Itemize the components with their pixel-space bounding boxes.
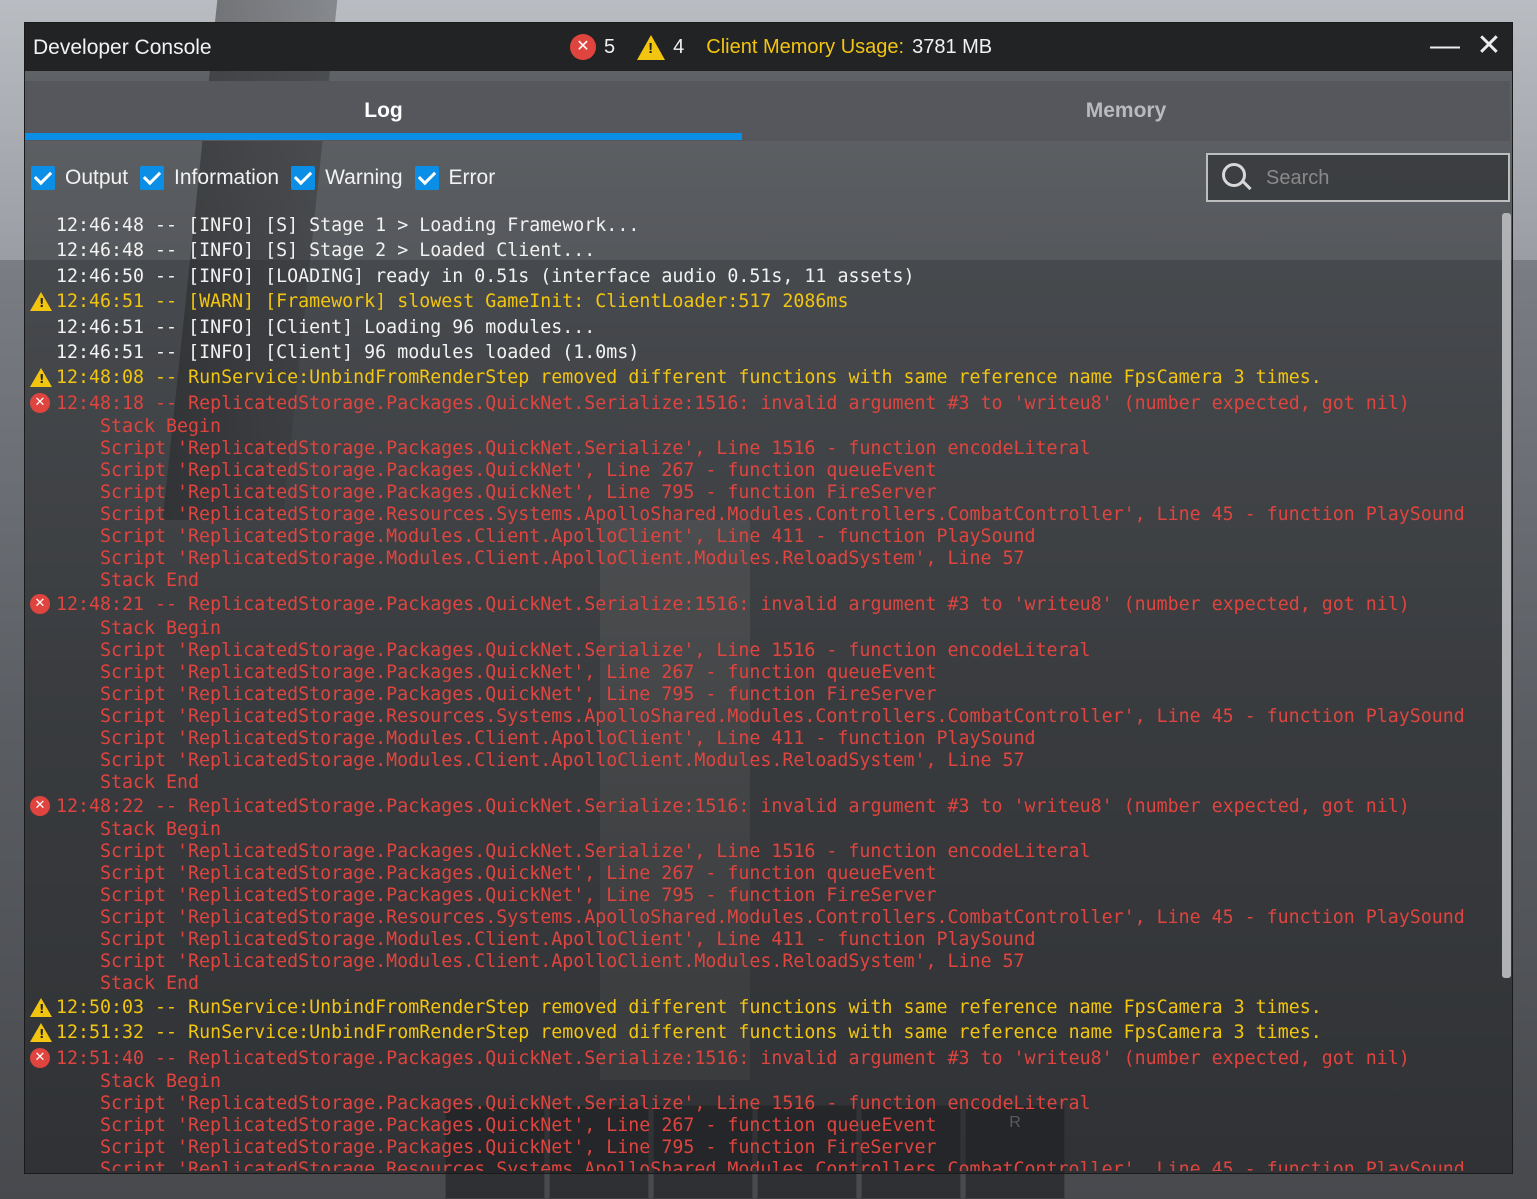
log-entry: ! 12:50:03 -- RunService:UnbindFromRender…: [25, 995, 1495, 1020]
log-entry: ✕ 12:48:22 -- ReplicatedStorage.Packages.…: [25, 794, 1495, 995]
information-checkbox[interactable]: [140, 166, 165, 190]
console-stats: ✕ 5 ! 4 Client Memory Usage: 3781 MB: [570, 33, 992, 61]
stack-trace-line: Script 'ReplicatedStorage.Modules.Client…: [100, 749, 1025, 771]
filter-output[interactable]: Output: [31, 166, 128, 190]
stack-trace-line: Stack End: [100, 570, 200, 592]
stack-trace-line: Script 'ReplicatedStorage.Modules.Client…: [100, 928, 1036, 950]
log-message: 12:50:03 -- RunService:UnbindFromRenderS…: [56, 996, 1322, 1018]
error-icon: ✕: [30, 392, 50, 413]
search-box[interactable]: [1206, 153, 1510, 202]
log-scrollbar[interactable]: [1502, 213, 1511, 978]
memory-usage-value: 3781 MB: [912, 35, 993, 58]
memory-usage-label: Client Memory Usage:: [706, 35, 905, 58]
log-message: 12:46:51 -- [WARN] [Framework] slowest G…: [56, 291, 849, 313]
stack-trace-line: Stack Begin: [100, 617, 222, 639]
stack-trace-line: Script 'ReplicatedStorage.Packages.Quick…: [100, 661, 937, 683]
warning-count-icon: !: [637, 34, 666, 60]
console-tabs: Log Memory: [25, 81, 1510, 141]
log-entry: ✕ 12:48:21 -- ReplicatedStorage.Packages.…: [25, 592, 1495, 793]
search-icon: [1222, 163, 1246, 187]
log-entry: ✕ 12:51:40 -- ReplicatedStorage.Packages.…: [25, 1046, 1495, 1171]
stack-trace-line: Script 'ReplicatedStorage.Modules.Client…: [100, 548, 1025, 570]
stack-trace-line: Script 'ReplicatedStorage.Resources.Syst…: [100, 1159, 1465, 1171]
stack-trace-line: Script 'ReplicatedStorage.Packages.Quick…: [100, 1093, 1091, 1115]
log-message: 12:46:51 -- [INFO] [Client] 96 modules l…: [56, 341, 640, 363]
log-message: 12:46:48 -- [INFO] [S] Stage 2 > Loaded …: [56, 240, 596, 262]
log-entry: 12:46:48 -- [INFO] [S] Stage 1 > Loading…: [25, 213, 1495, 238]
stack-trace-line: Script 'ReplicatedStorage.Packages.Quick…: [100, 1137, 937, 1159]
log-entry: ! 12:48:08 -- RunService:UnbindFromRender…: [25, 365, 1495, 390]
filter-error-label: Error: [448, 166, 496, 189]
stack-trace-line: Stack End: [100, 972, 200, 994]
log-entry: 12:46:51 -- [INFO] [Client] Loading 96 m…: [25, 315, 1495, 340]
log-message: 12:51:40 -- ReplicatedStorage.Packages.Q…: [56, 1047, 1410, 1069]
stack-trace-line: Script 'ReplicatedStorage.Packages.Quick…: [100, 840, 1091, 862]
log-entry: ✕ 12:48:18 -- ReplicatedStorage.Packages.…: [25, 391, 1495, 592]
stack-trace-line: Stack Begin: [100, 1071, 222, 1093]
log-message: 12:48:22 -- ReplicatedStorage.Packages.Q…: [56, 795, 1410, 817]
warning-count: 4: [673, 35, 685, 58]
stack-trace-line: Script 'ReplicatedStorage.Packages.Quick…: [100, 884, 937, 906]
warning-checkbox[interactable]: [291, 166, 316, 190]
log-message: 12:48:18 -- ReplicatedStorage.Packages.Q…: [56, 392, 1410, 414]
stack-trace-line: Script 'ReplicatedStorage.Resources.Syst…: [100, 504, 1465, 526]
filter-information-label: Information: [174, 166, 280, 189]
log-message: 12:46:48 -- [INFO] [S] Stage 1 > Loading…: [56, 215, 640, 236]
warning-icon: !: [30, 1023, 52, 1043]
filter-output-label: Output: [65, 166, 129, 189]
stack-trace-line: Script 'ReplicatedStorage.Modules.Client…: [100, 727, 1036, 749]
stack-trace-line: Script 'ReplicatedStorage.Packages.Quick…: [100, 683, 937, 705]
error-icon: ✕: [30, 1047, 50, 1068]
log-entry: 12:46:51 -- [INFO] [Client] 96 modules l…: [25, 340, 1495, 365]
log-entry: ! 12:46:51 -- [WARN] [Framework] slowest …: [25, 289, 1495, 314]
stack-trace-line: Script 'ReplicatedStorage.Packages.Quick…: [100, 639, 1091, 661]
error-icon: ✕: [30, 795, 50, 816]
console-titlebar[interactable]: Developer Console ✕ 5 ! 4 Client Memory …: [25, 23, 1512, 71]
log-output[interactable]: 12:46:48 -- [INFO] [S] Stage 1 > Loading…: [25, 213, 1495, 1171]
error-count-icon: ✕: [570, 34, 596, 60]
stack-trace-line: Script 'ReplicatedStorage.Packages.Quick…: [100, 482, 937, 504]
stack-trace-line: Script 'ReplicatedStorage.Packages.Quick…: [100, 460, 937, 482]
active-tab-indicator: [25, 133, 742, 140]
warning-icon: !: [30, 997, 52, 1017]
tab-memory[interactable]: Memory: [742, 81, 1510, 141]
stack-trace-line: Stack Begin: [100, 416, 222, 438]
filter-error[interactable]: Error: [414, 166, 496, 190]
log-entry: 12:46:48 -- [INFO] [S] Stage 2 > Loaded …: [25, 238, 1495, 263]
log-message: 12:46:51 -- [INFO] [Client] Loading 96 m…: [56, 316, 596, 338]
stack-trace-line: Script 'ReplicatedStorage.Packages.Quick…: [100, 862, 937, 884]
warning-icon: !: [30, 368, 52, 388]
log-message: 12:48:08 -- RunService:UnbindFromRenderS…: [56, 367, 1322, 389]
console-title: Developer Console: [33, 36, 212, 59]
filter-warning-label: Warning: [325, 166, 403, 189]
output-checkbox[interactable]: [31, 166, 55, 190]
filter-warning[interactable]: Warning: [291, 166, 403, 190]
error-count: 5: [604, 35, 616, 58]
tab-log[interactable]: Log: [25, 81, 742, 141]
log-entry: ! 12:51:32 -- RunService:UnbindFromRender…: [25, 1020, 1495, 1045]
error-checkbox[interactable]: [414, 166, 439, 190]
stack-trace-line: Script 'ReplicatedStorage.Packages.Quick…: [100, 438, 1091, 460]
developer-console: Developer Console ✕ 5 ! 4 Client Memory …: [24, 22, 1513, 1174]
stack-trace-line: Script 'ReplicatedStorage.Resources.Syst…: [100, 705, 1465, 727]
stack-trace-line: Script 'ReplicatedStorage.Packages.Quick…: [100, 1115, 937, 1137]
log-entry: 12:46:50 -- [INFO] [LOADING] ready in 0.…: [25, 264, 1495, 289]
log-message: 12:48:21 -- ReplicatedStorage.Packages.Q…: [56, 594, 1410, 616]
stack-trace-line: Script 'ReplicatedStorage.Resources.Syst…: [100, 906, 1465, 928]
filter-information[interactable]: Information: [140, 166, 279, 190]
log-filters: Output Information Warning Error: [31, 163, 497, 193]
log-message: 12:51:32 -- RunService:UnbindFromRenderS…: [56, 1022, 1322, 1044]
close-button[interactable]: ✕: [1473, 31, 1505, 63]
stack-trace-line: Script 'ReplicatedStorage.Modules.Client…: [100, 950, 1025, 972]
stack-trace-line: Script 'ReplicatedStorage.Modules.Client…: [100, 526, 1036, 548]
minimize-button[interactable]: —: [1429, 31, 1461, 63]
error-icon: ✕: [30, 594, 50, 615]
warning-icon: !: [30, 292, 52, 312]
search-input[interactable]: [1264, 162, 1498, 194]
stack-trace-line: Stack End: [100, 771, 200, 793]
stack-trace-line: Stack Begin: [100, 818, 222, 840]
log-message: 12:46:50 -- [INFO] [LOADING] ready in 0.…: [56, 265, 915, 287]
